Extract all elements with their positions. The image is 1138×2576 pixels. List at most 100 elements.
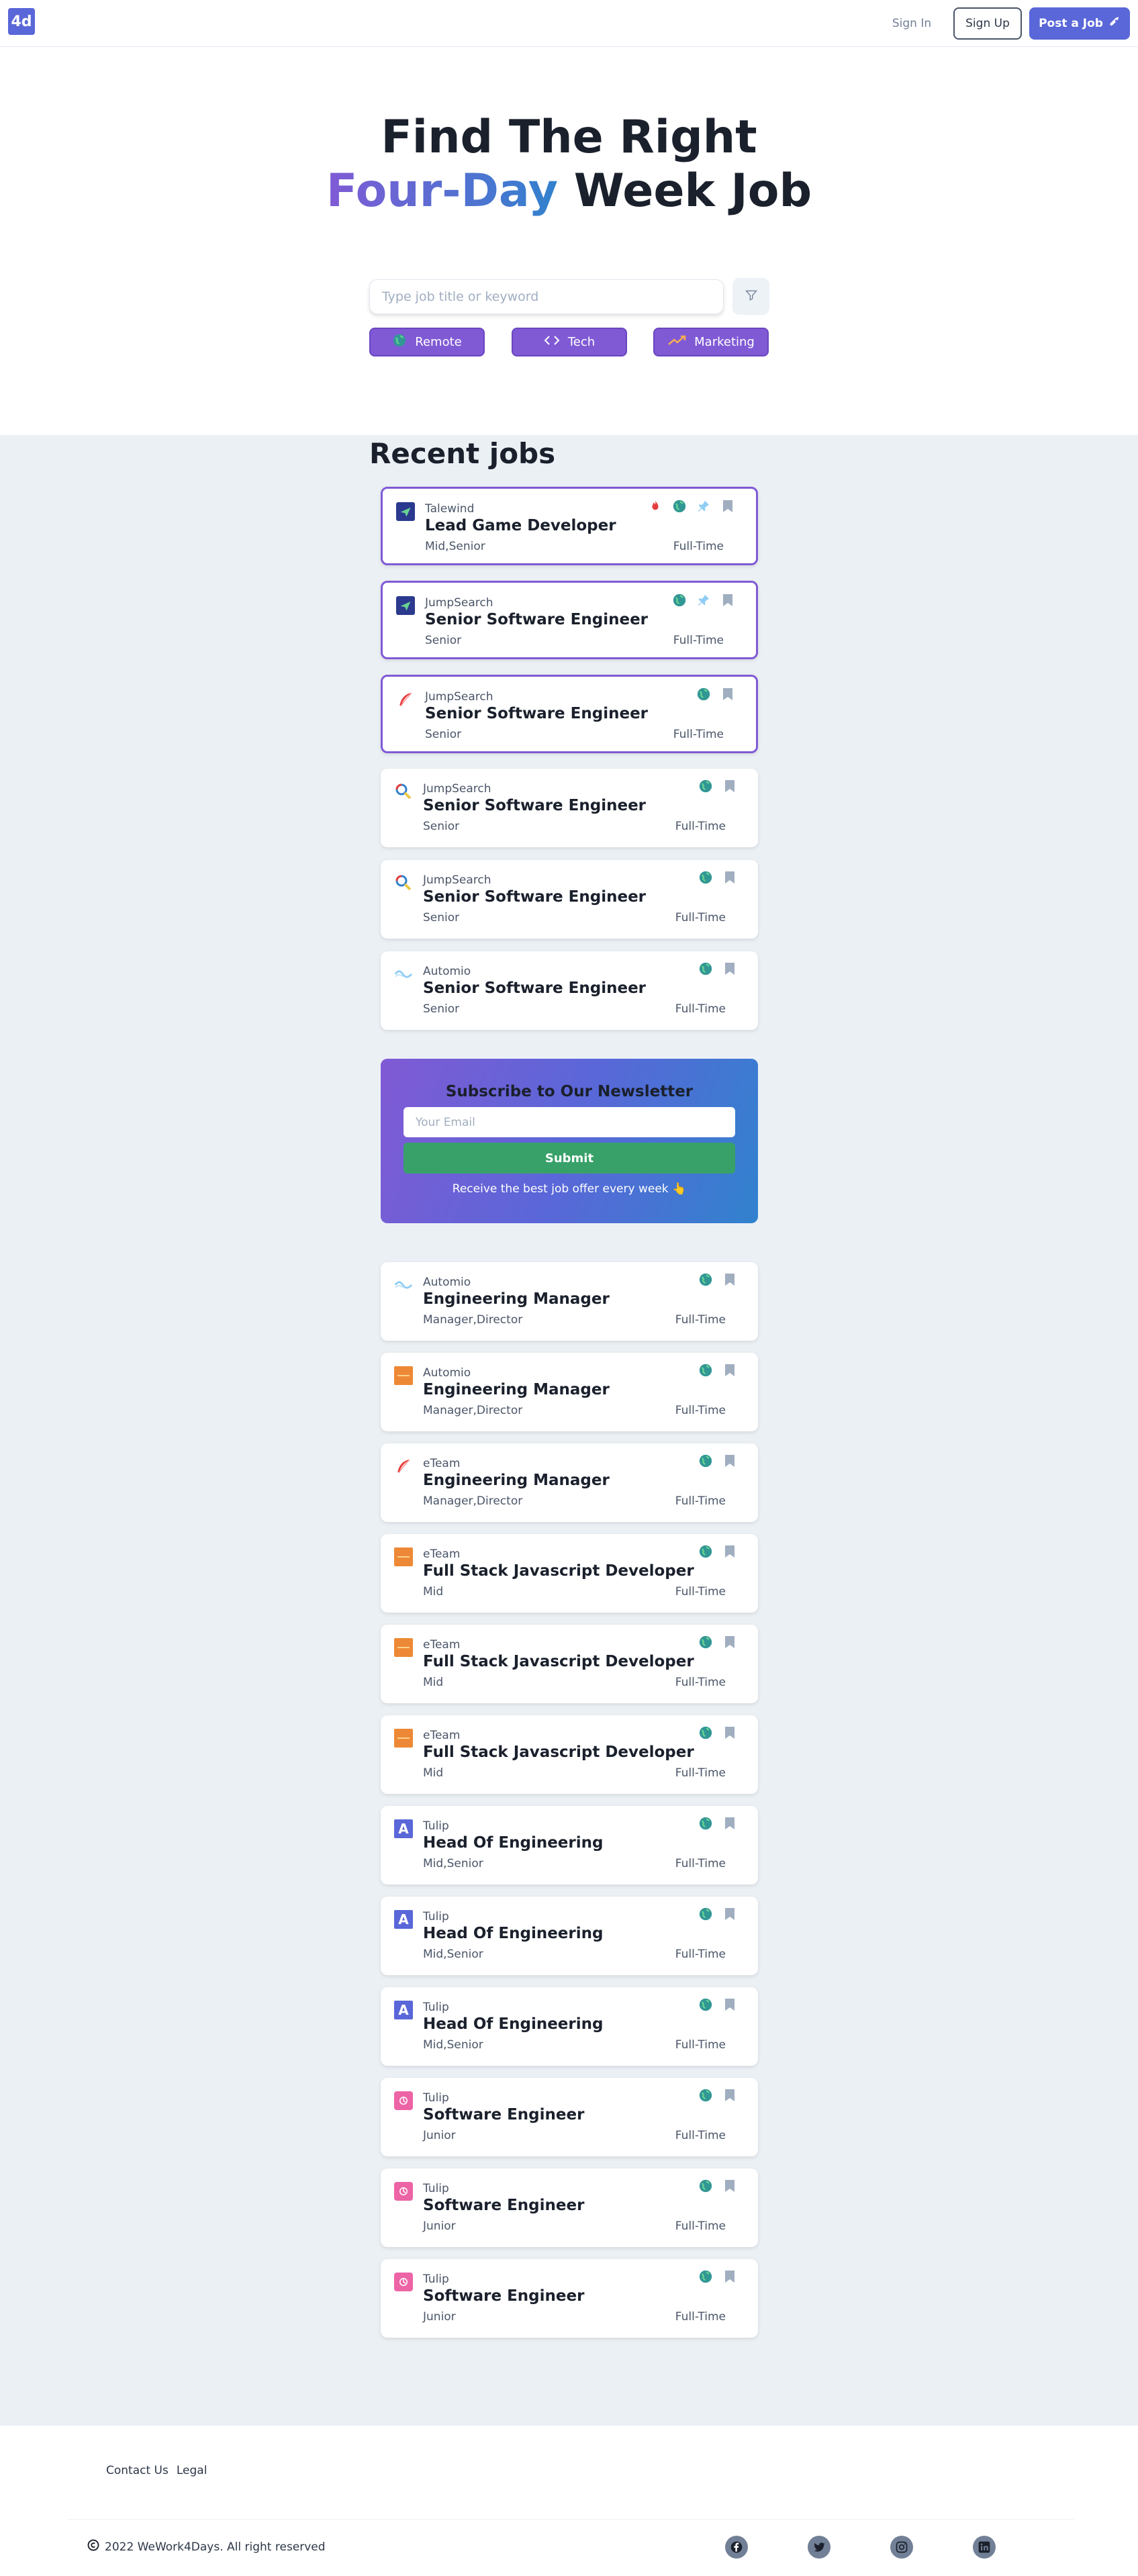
company-logo: A [394,1910,413,1929]
newsletter-submit-button[interactable]: Submit [404,1143,735,1174]
company-logo [394,965,413,984]
job-card[interactable]: Tulip Software Engineer Junior Full-Time [381,2078,758,2156]
globe-icon [698,2087,714,2103]
sign-up-button[interactable]: Sign Up [953,7,1022,40]
company-logo [394,1276,413,1294]
job-level: Senior [423,820,460,833]
bookmark-icon[interactable] [722,1272,738,1288]
job-card-icons [671,592,736,608]
company-name: Tulip [423,2001,449,2014]
bookmark-icon[interactable] [722,1725,738,1741]
job-level: Senior [425,728,462,741]
job-type: Full-Time [675,1585,726,1599]
recent-jobs-heading: Recent jobs [369,437,556,470]
company-name: eTeam [423,1457,461,1470]
globe-icon [698,1997,714,2013]
bookmark-icon[interactable] [722,2269,738,2285]
bookmark-icon[interactable] [722,1815,738,1831]
job-card[interactable]: A Tulip Head Of Engineering Mid,Senior Full-… [381,1987,758,2066]
bookmark-icon[interactable] [722,869,738,886]
site-logo[interactable]: 4d [8,8,35,35]
job-type: Full-Time [673,634,724,647]
newsletter-email-input[interactable] [404,1107,735,1137]
job-card[interactable]: Tulip Software Engineer Junior Full-Time [381,2168,758,2247]
bookmark-icon[interactable] [722,1543,738,1560]
job-title: Engineering Manager [423,1381,610,1398]
job-level: Mid,Senior [425,540,485,553]
job-card[interactable]: JumpSearch Senior Software Engineer Senior… [381,581,758,659]
filter-button[interactable] [732,278,769,315]
job-type: Full-Time [675,2038,726,2052]
sign-in-link[interactable]: Sign In [885,13,939,34]
job-card-icons [647,498,736,514]
job-card[interactable]: JumpSearch Senior Software Engineer Senior… [381,675,758,753]
company-logo [394,1366,413,1385]
bookmark-icon[interactable] [722,2178,738,2194]
globe-icon [671,592,687,608]
job-type: Full-Time [673,728,724,741]
job-level: Junior [423,2220,456,2233]
job-card[interactable]: Automio Senior Software Engineer Senior Ful… [381,951,758,1030]
post-job-button[interactable]: Post a Job [1029,7,1130,40]
job-title: Senior Software Engineer [423,980,647,997]
company-name: Automio [423,1276,471,1289]
bookmark-icon[interactable] [720,592,736,608]
job-card-icons [698,1725,738,1741]
job-type: Full-Time [675,1766,726,1780]
tag-remote[interactable]: Remote [369,328,485,356]
bookmark-icon[interactable] [722,1453,738,1469]
job-level: Senior [423,1002,460,1016]
job-card[interactable]: JumpSearch Senior Software Engineer Senior… [381,860,758,939]
bookmark-icon[interactable] [722,961,738,977]
job-card[interactable]: A Tulip Head Of Engineering Mid,Senior Full-… [381,1806,758,1885]
footer-link-legal[interactable]: Legal [177,2464,207,2477]
job-card[interactable]: Automio Engineering Manager Manager,Direct… [381,1353,758,1431]
instagram-icon[interactable] [890,2536,913,2559]
job-card[interactable]: Tulip Software Engineer Junior Full-Time [381,2259,758,2338]
pin-icon [696,592,712,608]
job-type: Full-Time [675,2310,726,2324]
job-card[interactable]: Talewind Lead Game Developer Mid,Senior Ful… [381,487,758,565]
bookmark-icon[interactable] [720,498,736,514]
hero-accent: Four-Day [326,164,559,218]
bookmark-icon[interactable] [720,686,736,702]
bookmark-icon[interactable] [722,1906,738,1922]
job-type: Full-Time [675,2220,726,2233]
tag-tech[interactable]: Tech [512,328,627,356]
job-card[interactable]: Automio Engineering Manager Manager,Direct… [381,1262,758,1341]
linkedin-icon[interactable] [973,2536,996,2559]
company-name: JumpSearch [425,596,493,610]
hero-line-2: Four-Day Week Job [0,164,1138,218]
bookmark-icon[interactable] [722,1997,738,2013]
job-title: Senior Software Engineer [423,797,647,814]
job-type: Full-Time [675,1857,726,1870]
job-type: Full-Time [675,820,726,833]
job-level: Mid,Senior [423,1857,483,1870]
job-card[interactable]: A Tulip Head Of Engineering Mid,Senior Full-… [381,1897,758,1975]
globe-icon [696,686,712,702]
footer-link-contact[interactable]: Contact Us [106,2464,169,2477]
job-card[interactable]: eTeam Full Stack Javascript Developer Mid F… [381,1625,758,1703]
job-card[interactable]: eTeam Full Stack Javascript Developer Mid F… [381,1534,758,1613]
job-level: Mid [423,1676,444,1689]
company-logo [394,1638,413,1657]
job-card[interactable]: eTeam Engineering Manager Manager,Director… [381,1443,758,1522]
company-logo [396,690,415,709]
job-type: Full-Time [675,1494,726,1508]
bookmark-icon[interactable] [722,1634,738,1650]
bookmark-icon[interactable] [722,778,738,794]
job-card[interactable]: JumpSearch Senior Software Engineer Senior… [381,769,758,847]
bookmark-icon[interactable] [722,2087,738,2103]
job-card[interactable]: eTeam Full Stack Javascript Developer Mid F… [381,1715,758,1794]
job-search-input[interactable] [369,279,724,314]
company-logo [394,782,413,801]
bookmark-icon[interactable] [722,1362,738,1378]
job-card-icons [698,778,738,794]
facebook-icon[interactable] [725,2536,748,2559]
copyright-icon [87,2539,99,2555]
tag-marketing[interactable]: Marketing [653,328,769,356]
hero-line-2-rest: Week Job [558,164,812,218]
globe-icon [698,1453,714,1469]
company-name: JumpSearch [423,873,491,887]
twitter-icon[interactable] [808,2536,831,2559]
